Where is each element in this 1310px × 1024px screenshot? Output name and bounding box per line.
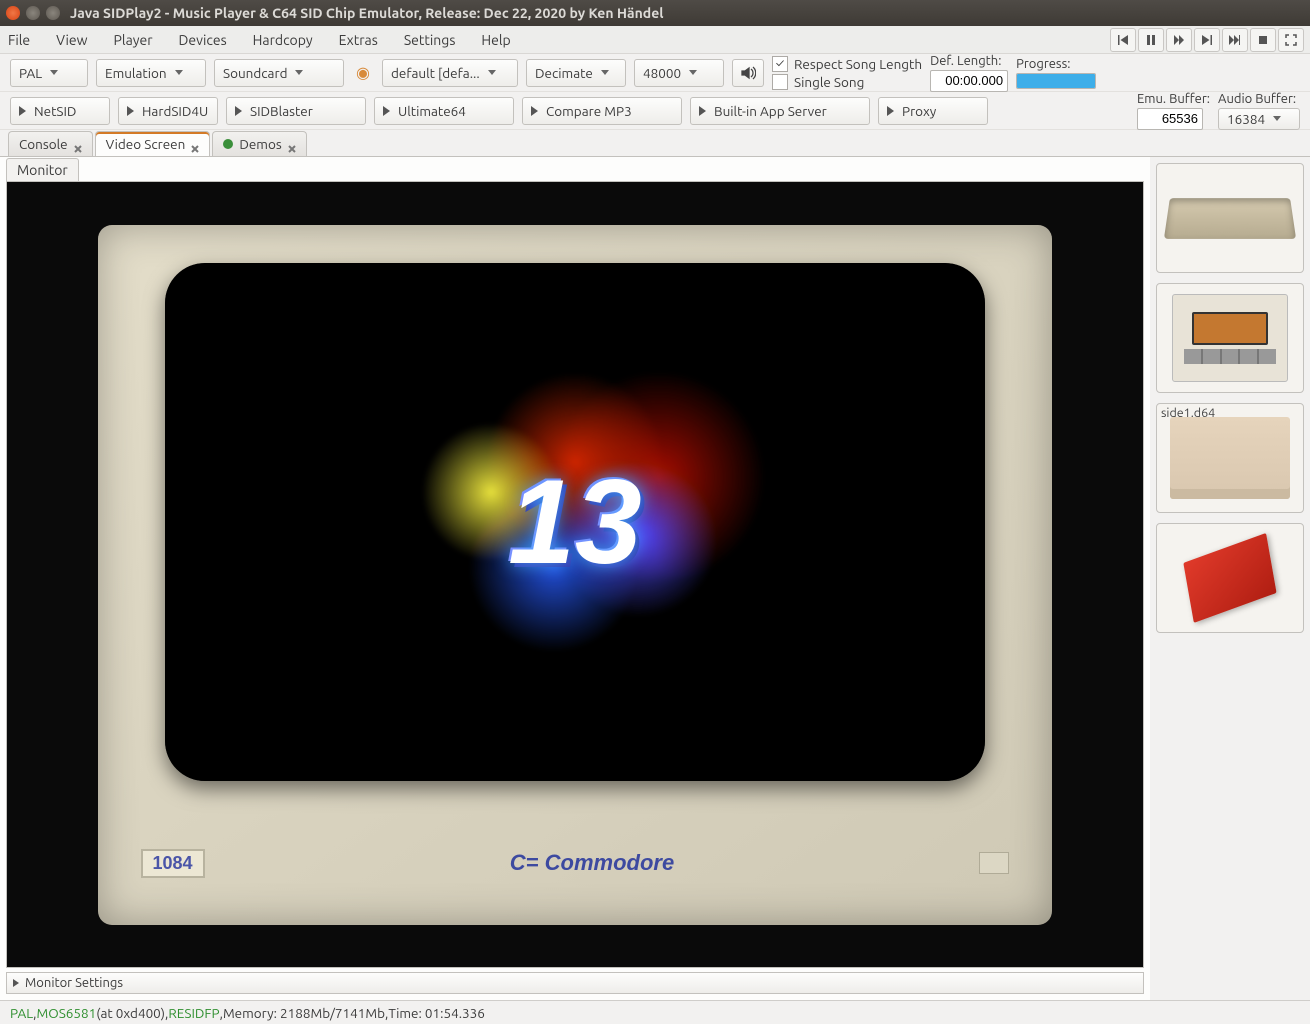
soundcard-combo[interactable]: Soundcard — [214, 59, 344, 87]
chevron-right-icon — [13, 979, 19, 987]
status-time: Time: 01:54.336 — [388, 1005, 485, 1021]
main-panel: Monitor 13 1084 C= Commodore Monitor Se — [0, 157, 1150, 1000]
crt-model-badge: 1084 — [141, 849, 205, 878]
monitor-settings-toggle[interactable]: Monitor Settings — [6, 972, 1144, 994]
def-length-input[interactable] — [930, 70, 1008, 92]
crt-brand-logo: C= Commodore — [510, 850, 674, 876]
demo-graphic: 13 — [508, 453, 641, 591]
close-icon[interactable] — [74, 140, 82, 148]
menu-devices[interactable]: Devices — [179, 32, 227, 48]
audio-buffer-label: Audio Buffer: — [1218, 92, 1300, 106]
video-standard-combo[interactable]: PAL — [10, 59, 88, 87]
emu-buffer-input[interactable] — [1137, 108, 1203, 130]
device-keyboard[interactable] — [1156, 163, 1304, 273]
device-cartridge[interactable] — [1156, 523, 1304, 633]
fullscreen-button[interactable] — [1278, 28, 1304, 52]
toolbar-primary: PAL Emulation Soundcard ◉ default [defa.… — [0, 54, 1310, 92]
window-maximize-button[interactable] — [46, 6, 60, 20]
single-song-checkbox[interactable] — [772, 74, 788, 90]
samplerate-combo[interactable]: 48000 — [634, 59, 724, 87]
window-minimize-button[interactable] — [26, 6, 40, 20]
crt-screen: 13 — [165, 263, 986, 781]
window-titlebar: Java SIDPlay2 - Music Player & C64 SID C… — [0, 0, 1310, 26]
progress-label: Progress: — [1016, 57, 1096, 71]
volume-button[interactable] — [732, 59, 764, 87]
close-icon[interactable] — [191, 140, 199, 148]
disk-label: side1.d64 — [1161, 406, 1215, 420]
status-emulation: RESIDFP — [168, 1005, 219, 1021]
close-icon[interactable] — [288, 140, 296, 148]
audio-buffer-combo[interactable]: 16384 — [1218, 108, 1300, 130]
record-icon[interactable]: ◉ — [352, 62, 374, 84]
hardsid-button[interactable]: HardSID4U — [118, 97, 218, 125]
crt-power-button[interactable] — [979, 852, 1009, 874]
menu-settings[interactable]: Settings — [404, 32, 456, 48]
status-chip-addr: (at 0xd400) — [96, 1005, 165, 1021]
next-track-button[interactable] — [1194, 28, 1220, 52]
ultimate64-button[interactable]: Ultimate64 — [374, 97, 514, 125]
crt-monitor: 13 1084 C= Commodore — [98, 225, 1052, 925]
emu-buffer-label: Emu. Buffer: — [1137, 92, 1210, 106]
respect-song-length-label: Respect Song Length — [794, 56, 922, 72]
proxy-button[interactable]: Proxy — [878, 97, 988, 125]
menu-player[interactable]: Player — [114, 32, 153, 48]
workspace: Monitor 13 1084 C= Commodore Monitor Se — [0, 156, 1310, 1000]
demos-icon — [223, 139, 233, 149]
emulation-combo[interactable]: Emulation — [96, 59, 206, 87]
sidblaster-button[interactable]: SIDBlaster — [226, 97, 366, 125]
menu-view[interactable]: View — [56, 32, 87, 48]
stop-button[interactable] — [1250, 28, 1276, 52]
compare-mp3-button[interactable]: Compare MP3 — [522, 97, 682, 125]
single-song-label: Single Song — [794, 74, 864, 90]
sampling-combo[interactable]: Decimate — [526, 59, 626, 87]
skip-end-button[interactable] — [1222, 28, 1248, 52]
menu-hardcopy[interactable]: Hardcopy — [253, 32, 313, 48]
tab-demos[interactable]: Demos — [212, 131, 306, 156]
menu-extras[interactable]: Extras — [339, 32, 378, 48]
toolbar-secondary: NetSID HardSID4U SIDBlaster Ultimate64 C… — [0, 92, 1310, 130]
fast-forward-button[interactable] — [1166, 28, 1192, 52]
monitor-pane: 13 1084 C= Commodore — [6, 181, 1144, 968]
status-pal: PAL — [10, 1005, 33, 1021]
device-panel: side1.d64 — [1150, 157, 1310, 1000]
pause-button[interactable] — [1138, 28, 1164, 52]
prev-track-button[interactable] — [1110, 28, 1136, 52]
menubar: File View Player Devices Hardcopy Extras… — [0, 26, 1310, 54]
device-diskdrive[interactable]: side1.d64 — [1156, 403, 1304, 513]
progress-bar — [1016, 73, 1096, 89]
tab-video-screen[interactable]: Video Screen — [95, 131, 211, 156]
audio-device-combo[interactable]: default [defa... — [382, 59, 518, 87]
netsid-button[interactable]: NetSID — [10, 97, 110, 125]
menu-help[interactable]: Help — [481, 32, 510, 48]
status-chip: MOS6581 — [36, 1005, 96, 1021]
workspace-tabstrip: Console Video Screen Demos — [0, 130, 1310, 156]
statusbar: PAL , MOS6581 (at 0xd400) , RESIDFP , Me… — [0, 1000, 1310, 1024]
device-datasette[interactable] — [1156, 283, 1304, 393]
status-memory: Memory: 2188Mb/7141Mb — [223, 1005, 385, 1021]
window-title: Java SIDPlay2 - Music Player & C64 SID C… — [70, 5, 664, 21]
window-close-button[interactable] — [6, 6, 20, 20]
menu-file[interactable]: File — [8, 32, 30, 48]
def-length-label: Def. Length: — [930, 54, 1008, 68]
respect-song-length-checkbox[interactable]: ✓ — [772, 56, 788, 72]
panel-tab-monitor[interactable]: Monitor — [6, 158, 79, 181]
app-server-button[interactable]: Built-in App Server — [690, 97, 870, 125]
tab-console[interactable]: Console — [8, 131, 93, 156]
